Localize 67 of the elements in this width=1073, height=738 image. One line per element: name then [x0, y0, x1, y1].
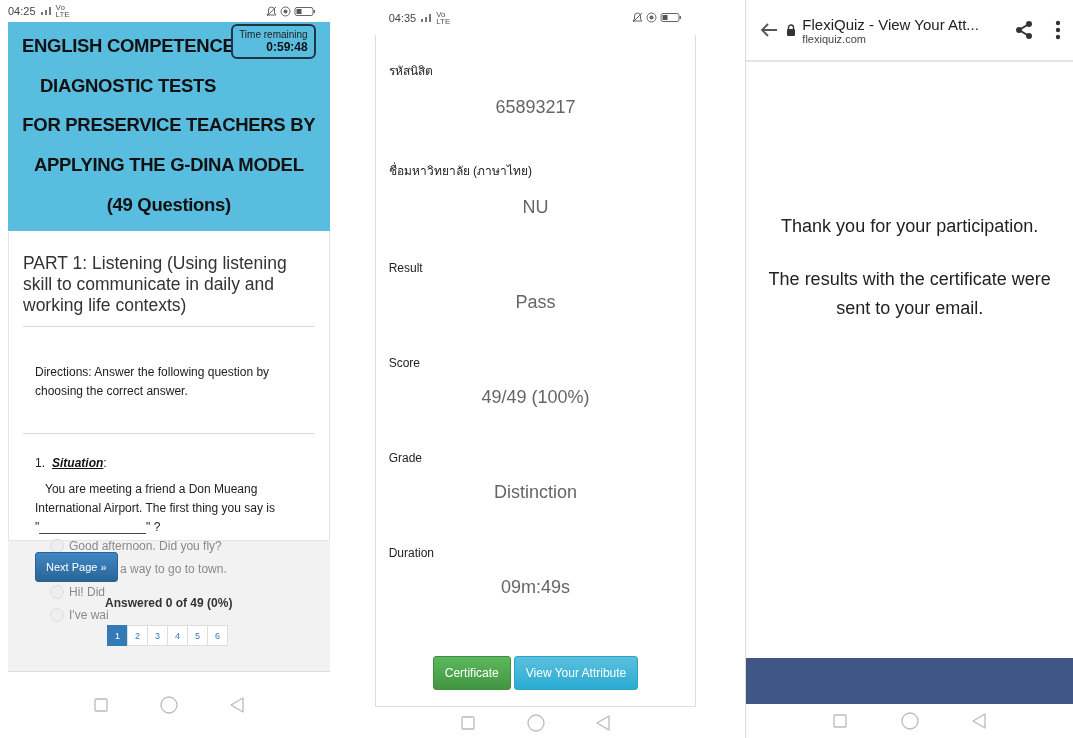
- field-value: 49/49 (100%): [480, 387, 591, 408]
- option-text: Hi! Did: [69, 585, 105, 599]
- battery-icon: [293, 5, 316, 17]
- bell-off-icon: [265, 5, 277, 17]
- next-page-button[interactable]: Next Page »: [35, 552, 118, 582]
- page-link[interactable]: 3: [147, 625, 168, 646]
- quiz-title: FOR PRESERVICE TEACHERS BY: [22, 114, 316, 137]
- location-icon: [646, 12, 658, 23]
- field-label: รหัสนิสิต: [388, 63, 434, 80]
- question-text: You are meeting a friend a Don Mueang International Airport. The first thing you say is "________________" ?: [35, 481, 276, 536]
- lock-icon: [786, 24, 797, 36]
- signal-icon: [419, 12, 434, 23]
- certificate-button[interactable]: Certificate: [432, 656, 511, 690]
- more-menu-icon[interactable]: [1055, 20, 1061, 40]
- option-text: I've wai: [69, 608, 109, 622]
- quiz-title: (49 Questions): [106, 194, 231, 217]
- home-nav-icon: [526, 713, 545, 732]
- option-text: Good afternoon. Did you fly?: [69, 539, 222, 553]
- field-label: Duration: [388, 546, 436, 560]
- field-value: Distinction: [493, 482, 578, 503]
- home-nav-icon: [159, 696, 178, 714]
- page-link[interactable]: 6: [207, 625, 228, 646]
- field-label: ชื่อมหาวิทยาลัย (ภาษาไทย): [388, 161, 533, 180]
- page-link[interactable]: 5: [187, 625, 208, 646]
- field-label: Result: [388, 261, 424, 275]
- field-value: Pass: [514, 292, 557, 313]
- message-text: Thank you for your participation.: [780, 215, 1040, 238]
- page-title: FlexiQuiz - View Your Att...: [802, 15, 980, 33]
- share-icon[interactable]: [1015, 20, 1033, 40]
- quiz-title: APPLYING THE G-DINA MODEL: [34, 154, 304, 177]
- page-link[interactable]: 4: [167, 625, 188, 646]
- back-nav-icon: [596, 714, 611, 731]
- bell-off-icon: [632, 12, 644, 23]
- field-value: NU: [521, 197, 550, 218]
- back-nav-icon: [972, 713, 987, 729]
- back-arrow-icon[interactable]: [760, 22, 779, 38]
- progress-text: Answered 0 of 49 (0%): [105, 596, 233, 610]
- url-text: flexiquiz.com: [802, 32, 867, 45]
- page-link[interactable]: 2: [127, 625, 148, 646]
- status-time: 04:35: [388, 11, 417, 24]
- question-number: 1.: [35, 456, 45, 470]
- status-time: 04:25: [8, 5, 36, 17]
- network-label: Vo LTE: [436, 10, 451, 25]
- question-label: Situation:: [52, 456, 107, 470]
- option-text: a way to go to town.: [120, 562, 227, 576]
- message-text: The results with the certificate were sent to your email.: [767, 268, 1052, 320]
- square-nav-icon: [93, 698, 108, 712]
- network-label: Vo LTE: [55, 4, 70, 18]
- location-icon: [279, 5, 291, 17]
- quiz-title: DIAGNOSTIC TESTS: [40, 74, 217, 97]
- signal-icon: [38, 6, 53, 16]
- field-value: 65893217: [494, 97, 577, 118]
- part-title: PART 1: Listening (Using listening skill to communicate in daily and working life contexts): [23, 253, 315, 327]
- field-value: 09m:49s: [500, 577, 572, 598]
- battery-icon: [660, 12, 683, 23]
- field-label: Grade: [388, 451, 424, 465]
- back-nav-icon: [229, 697, 244, 713]
- timer-label: Time remaining: [239, 29, 308, 40]
- square-nav-icon: [833, 714, 848, 728]
- timer-value: 0:59:48: [265, 40, 308, 54]
- page-link[interactable]: 1: [107, 625, 128, 646]
- home-nav-icon: [900, 712, 919, 730]
- square-nav-icon: [460, 715, 475, 730]
- radio-button[interactable]: [50, 539, 64, 553]
- field-label: Score: [388, 356, 422, 370]
- directions-text: Directions: Answer the following question by choosing the correct answer.: [23, 327, 315, 434]
- quiz-title: ENGLISH COMPETENCE: [22, 34, 235, 57]
